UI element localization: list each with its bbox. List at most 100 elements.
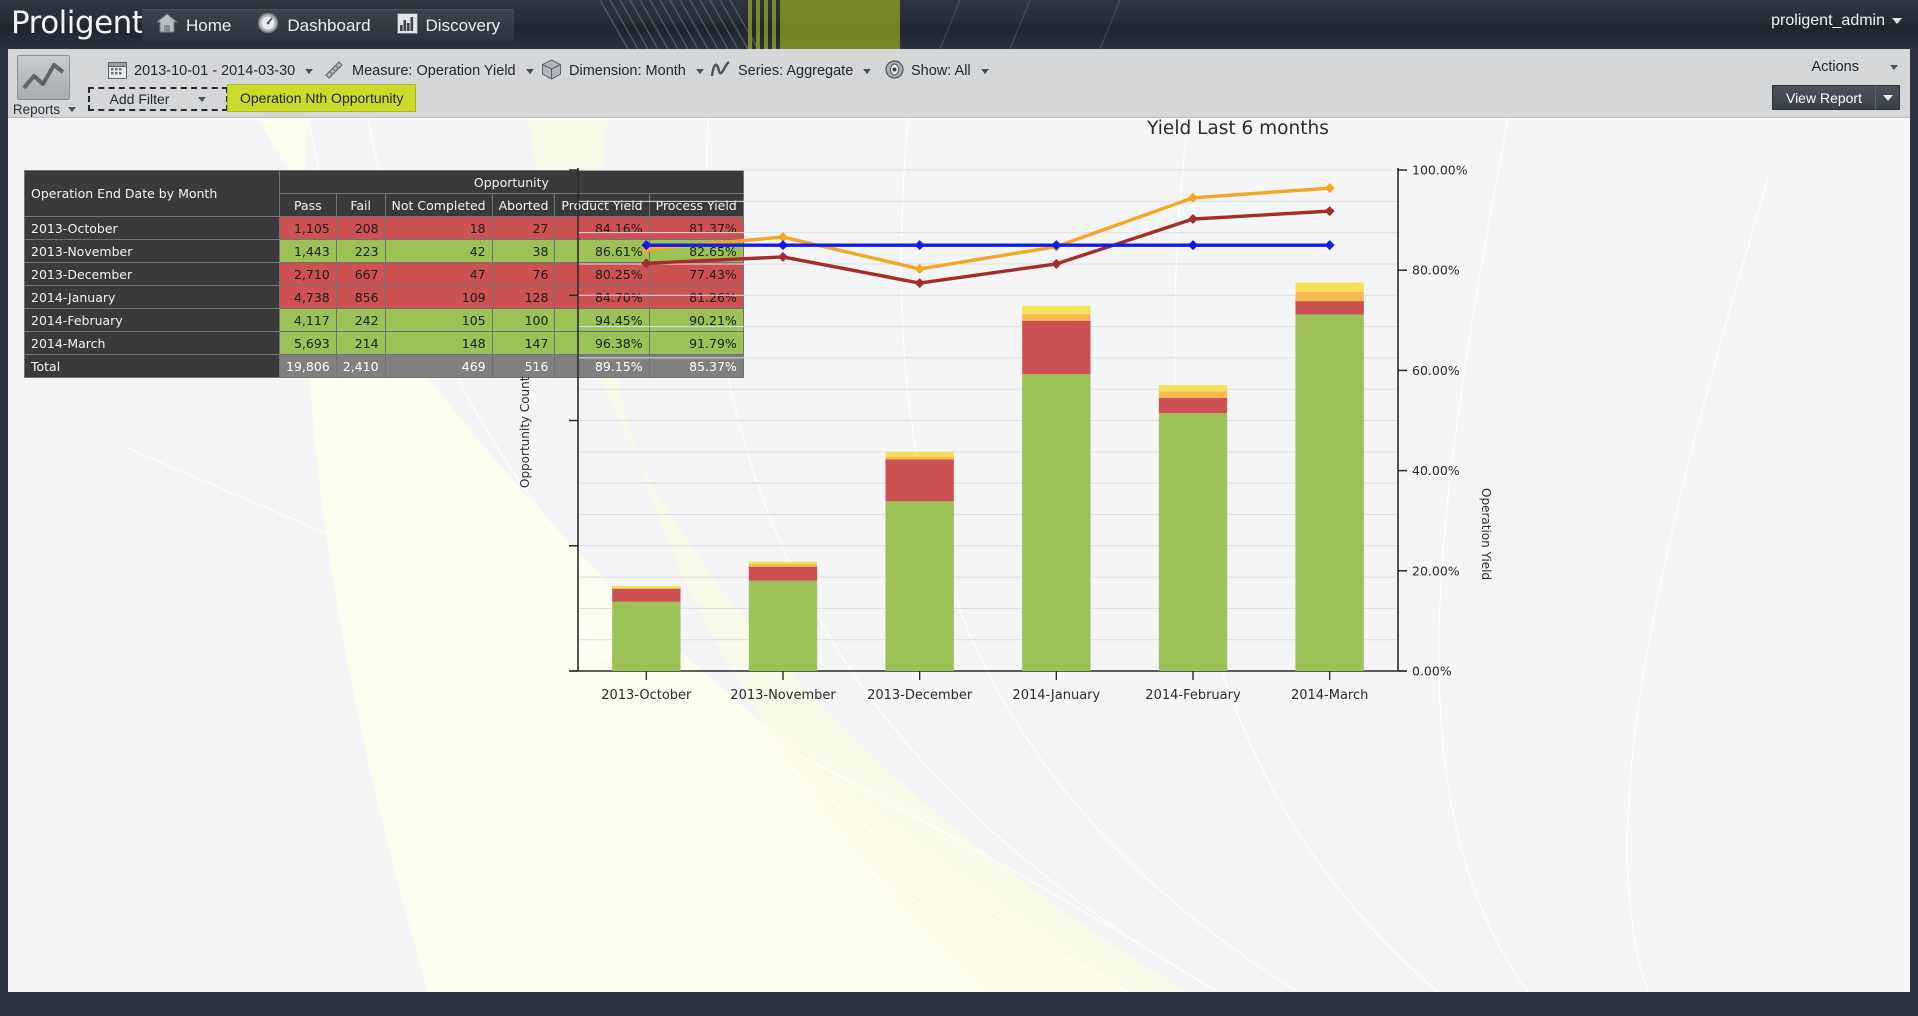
column-header-aborted[interactable]: Aborted [492, 194, 555, 217]
nav-item-dashboard[interactable]: Dashboard [257, 9, 370, 42]
bar-segment[interactable] [1022, 321, 1090, 375]
bar-segment[interactable] [612, 589, 680, 602]
cell-not-completed: 148 [385, 332, 492, 355]
column-header-fail[interactable]: Fail [336, 194, 385, 217]
bar-segment[interactable] [1296, 301, 1364, 314]
bar-segment[interactable] [1159, 398, 1227, 413]
bar-segment[interactable] [1022, 314, 1090, 321]
line-chart-icon [17, 55, 70, 100]
bar-segment[interactable] [886, 460, 954, 502]
cell-not-completed: 42 [385, 240, 492, 263]
chevron-down-icon [981, 69, 989, 74]
cell-fail: 208 [336, 217, 385, 240]
bar-segment[interactable] [1296, 314, 1364, 671]
user-menu[interactable]: proligent_admin [1771, 12, 1902, 30]
line-marker[interactable] [1325, 240, 1335, 250]
cell-pass: 4,738 [280, 286, 337, 309]
bar-segment[interactable] [749, 567, 817, 581]
bar-segment[interactable] [1022, 374, 1090, 671]
reports-label-text: Reports [13, 102, 60, 117]
bar-segment[interactable] [1159, 391, 1227, 398]
bar-segment[interactable] [612, 602, 680, 671]
x-axis-tick-label: 2013-December [867, 688, 973, 703]
series-selector[interactable]: Series: Aggregate [710, 58, 871, 84]
row-label: 2014-January [25, 286, 280, 309]
add-filter-button[interactable]: Add Filter [88, 87, 228, 111]
y2-axis-tick-label: 60.00% [1412, 363, 1460, 378]
bar-segment[interactable] [1159, 385, 1227, 391]
bar-segment[interactable] [1022, 306, 1090, 314]
cell-aborted: 100 [492, 309, 555, 332]
nav-item-discovery[interactable]: Discovery [397, 9, 501, 42]
line-marker[interactable] [915, 240, 925, 250]
actions-menu[interactable]: Actions [1811, 59, 1898, 75]
report-toolbar: Reports 2013-10-01 - 2014-03-30 Measure:… [8, 49, 1910, 118]
dimension-selector[interactable]: Dimension: Month [541, 58, 704, 84]
column-header-pass[interactable]: Pass [280, 194, 337, 217]
reports-button[interactable]: Reports [17, 55, 72, 117]
line-marker[interactable] [778, 252, 788, 262]
column-header-row-label[interactable]: Operation End Date by Month [25, 171, 280, 217]
filter-chip-operation-nth-opportunity[interactable]: Operation Nth Opportunity [227, 84, 416, 112]
bar-segment[interactable] [886, 457, 954, 460]
y-axis-title: Opportunity Count [518, 377, 532, 488]
line-marker[interactable] [1051, 259, 1061, 269]
measure-selector[interactable]: Measure: Operation Yield [323, 58, 534, 84]
cube-icon [541, 59, 562, 84]
bar-segment[interactable] [886, 452, 954, 457]
y2-axis-tick-label: 40.00% [1412, 463, 1460, 478]
line-marker[interactable] [1188, 240, 1198, 250]
row-label: 2014-February [25, 309, 280, 332]
line-marker[interactable] [1325, 206, 1335, 216]
filter-chip-label: Operation Nth Opportunity [240, 90, 403, 106]
bar-segment[interactable] [749, 581, 817, 671]
cell-pass: 4,117 [280, 309, 337, 332]
add-filter-label: Add Filter [110, 91, 170, 107]
bar-segment[interactable] [749, 564, 817, 567]
line-marker[interactable] [915, 264, 925, 274]
cell-aborted: 76 [492, 263, 555, 286]
date-range-selector[interactable]: 2013-10-01 - 2014-03-30 [108, 58, 313, 84]
chevron-down-icon [1883, 95, 1893, 101]
chevron-down-icon [696, 69, 704, 74]
bar-segment[interactable] [612, 588, 680, 589]
line-marker[interactable] [1188, 214, 1198, 224]
cell-aborted: 38 [492, 240, 555, 263]
report-canvas: Operation End Date by Month Opportunity … [8, 118, 1910, 992]
view-report-label: View Report [1772, 85, 1876, 110]
cell-aborted: 147 [492, 332, 555, 355]
gauge-icon [257, 12, 279, 39]
bar-segment[interactable] [1159, 413, 1227, 671]
line-marker[interactable] [915, 278, 925, 288]
view-report-button[interactable]: View Report [1772, 85, 1900, 110]
y2-axis-title: Operation Yield [1479, 488, 1493, 580]
x-axis-tick-label: 2014-February [1145, 688, 1241, 703]
cell-not-completed: 109 [385, 286, 492, 309]
cell-fail: 856 [336, 286, 385, 309]
bar-segment[interactable] [886, 501, 954, 671]
row-label: 2014-March [25, 332, 280, 355]
brand-logo: Proligent [11, 5, 143, 41]
bar-segment[interactable] [612, 586, 680, 588]
bar-segment[interactable] [1296, 292, 1364, 301]
line-series[interactable] [646, 211, 1329, 283]
header-stripe-decoration [600, 0, 1300, 49]
cell-fail: 214 [336, 332, 385, 355]
chevron-down-icon [305, 69, 313, 74]
dimension-label: Dimension: Month [569, 64, 686, 79]
show-selector[interactable]: Show: All [885, 58, 989, 84]
ruler-icon [323, 59, 345, 83]
y2-axis-tick-label: 80.00% [1412, 263, 1460, 278]
bar-segment[interactable] [1296, 283, 1364, 292]
bar-segment[interactable] [749, 562, 817, 564]
column-header-not-completed[interactable]: Not Completed [385, 194, 492, 217]
line-marker[interactable] [641, 258, 651, 268]
y2-axis-tick-label: 0.00% [1412, 664, 1452, 679]
view-report-dropdown[interactable] [1876, 85, 1900, 110]
nav-item-home[interactable]: Home [156, 9, 231, 42]
line-marker[interactable] [1325, 183, 1335, 193]
main-nav: Home Dashboard Discovery [142, 9, 514, 42]
line-marker[interactable] [778, 240, 788, 250]
cell-pass: 2,710 [280, 263, 337, 286]
chevron-down-icon [68, 107, 76, 112]
